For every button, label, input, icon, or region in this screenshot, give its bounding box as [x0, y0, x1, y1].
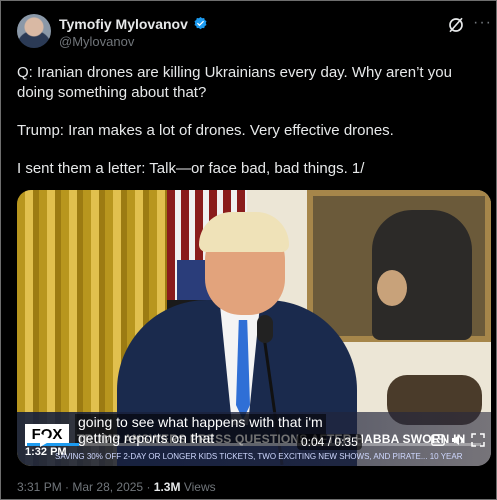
post-meta: 3:31 PM · Mar 28, 2025 · 1.3M Views	[17, 480, 216, 494]
meta-separator: ·	[146, 480, 151, 494]
tweet-card: Tymofiy Mylovanov @Mylovanov ··· Q: Iran…	[0, 0, 497, 500]
author-avatar[interactable]	[17, 14, 51, 48]
post-paragraph: Q: Iranian drones are killing Ukrainians…	[17, 64, 452, 101]
post-header: Tymofiy Mylovanov @Mylovanov ···	[17, 13, 491, 49]
play-icon[interactable]	[39, 432, 53, 448]
time-current: 0:04	[301, 435, 325, 449]
author-handle[interactable]: @Mylovanov	[59, 34, 134, 49]
video-progress-bar[interactable]	[27, 443, 481, 446]
video-time: 0:04 / 0:35	[297, 434, 362, 450]
time-total: 0:35	[334, 435, 358, 449]
more-options-icon[interactable]: ···	[473, 14, 492, 32]
views-label: Views	[183, 480, 216, 494]
fullscreen-icon[interactable]	[471, 433, 485, 447]
post-date[interactable]: Mar 28, 2025	[72, 480, 143, 494]
author-name[interactable]: Tymofiy Mylovanov	[59, 16, 188, 32]
video-player[interactable]: FOX TRUMP ANSWERS PRESS QUESTIONS AFTER …	[17, 190, 491, 466]
captions-icon[interactable]	[431, 434, 445, 446]
grok-icon[interactable]	[447, 16, 465, 34]
post-text: Q: Iranian drones are killing Ukrainians…	[17, 63, 485, 197]
volume-icon[interactable]	[451, 433, 465, 447]
post-paragraph: I sent them a letter: Talk—or face bad, …	[17, 160, 365, 177]
time-separator: /	[327, 435, 332, 449]
video-captions: going to see what happens with that i'm …	[75, 414, 326, 446]
post-paragraph: Trump: Iran makes a lot of drones. Very …	[17, 122, 394, 139]
views-count: 1.3M	[153, 480, 181, 494]
post-time[interactable]: 3:31 PM	[17, 480, 62, 494]
verified-badge-icon	[194, 16, 207, 30]
caption-line: going to see what happens with that i'm	[78, 414, 323, 430]
news-ticker: SAVING 30% OFF 2-DAY OR LONGER KIDS TICK…	[55, 452, 463, 461]
meta-separator: ·	[65, 480, 70, 494]
